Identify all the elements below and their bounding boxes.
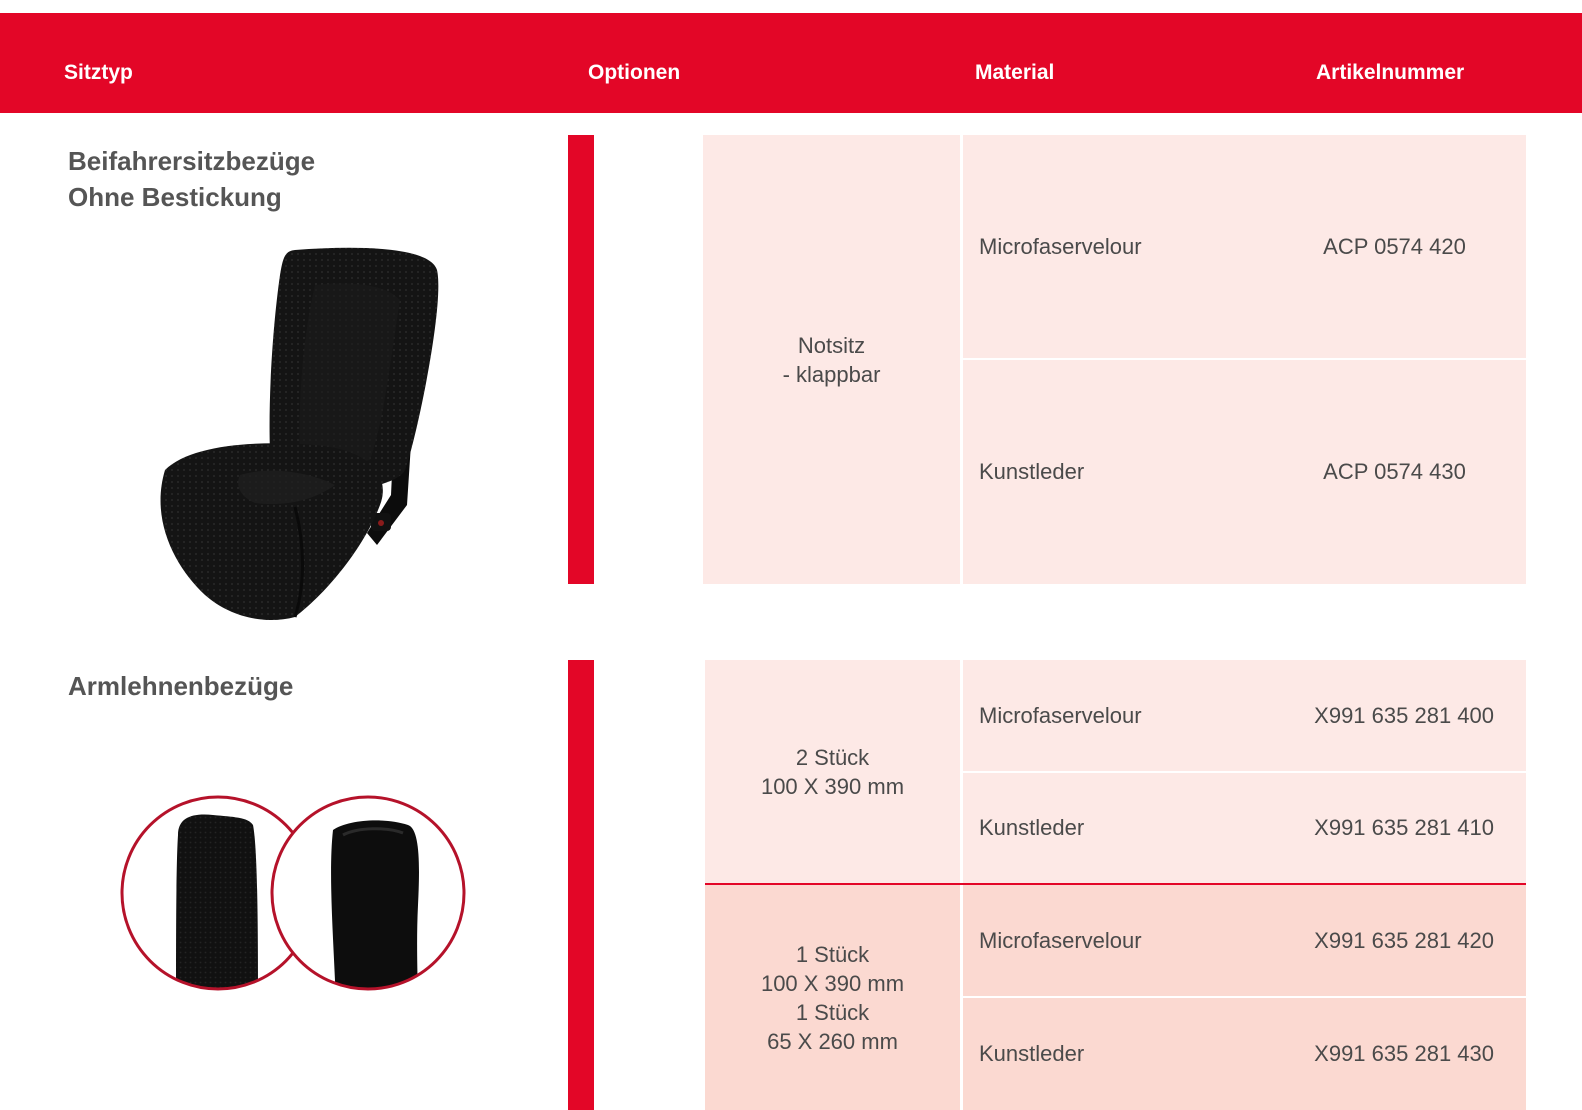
- header-artikelnummer: Artikelnummer: [1316, 61, 1465, 84]
- table-header: Sitztyp Optionen Material Artikelnummer: [0, 13, 1582, 113]
- section-title-line2: Ohne Bestickung: [68, 182, 282, 212]
- option-line: 1 Stück: [795, 941, 870, 967]
- material-cell: Microfaservelour: [963, 885, 1263, 996]
- section1-option-cell: Notsitz - klappbar: [703, 135, 960, 584]
- armrest-image: [120, 795, 466, 991]
- section1-accent-bar: [568, 135, 594, 584]
- header-optionen: Optionen: [588, 61, 681, 84]
- section-title-armlehnen: Armlehnenbezüge: [68, 671, 294, 701]
- seat-image: [160, 247, 439, 621]
- artikelnummer-cell: X991 635 281 420: [1263, 885, 1526, 996]
- material-cell: Kunstleder: [963, 998, 1263, 1110]
- option-line: 65 X 260 mm: [767, 1028, 898, 1054]
- artikelnummer-cell: X991 635 281 400: [1263, 660, 1526, 771]
- material-cell: Microfaservelour: [963, 660, 1263, 771]
- option-line: 2 Stück: [795, 744, 870, 770]
- section-title-beifahrersitz: Beifahrersitzbezüge Ohne Bestickung: [68, 143, 315, 215]
- material-cell: Kunstleder: [963, 360, 1263, 584]
- option-line: 100 X 390 mm: [760, 970, 905, 996]
- section2-option-cell: 1 Stück 100 X 390 mm 1 Stück 65 X 260 mm: [705, 885, 960, 1110]
- artikelnummer-cell: X991 635 281 410: [1263, 773, 1526, 883]
- option-line: - klappbar: [782, 361, 881, 387]
- header-sitztyp: Sitztyp: [64, 61, 133, 84]
- header-material: Material: [975, 61, 1055, 84]
- option-line: 100 X 390 mm: [760, 773, 905, 799]
- artikelnummer-cell: ACP 0574 430: [1263, 360, 1526, 584]
- material-cell: Microfaservelour: [963, 135, 1263, 358]
- artikelnummer-cell: ACP 0574 420: [1263, 135, 1526, 358]
- section2-accent-bar: [568, 660, 594, 1110]
- option-line: 1 Stück: [795, 999, 870, 1025]
- section2-option-cell: 2 Stück 100 X 390 mm: [705, 660, 960, 883]
- material-cell: Kunstleder: [963, 773, 1263, 883]
- option-line: Notsitz: [797, 332, 866, 358]
- section-title-line1: Beifahrersitzbezüge: [68, 146, 316, 176]
- artikelnummer-cell: X991 635 281 430: [1263, 998, 1526, 1110]
